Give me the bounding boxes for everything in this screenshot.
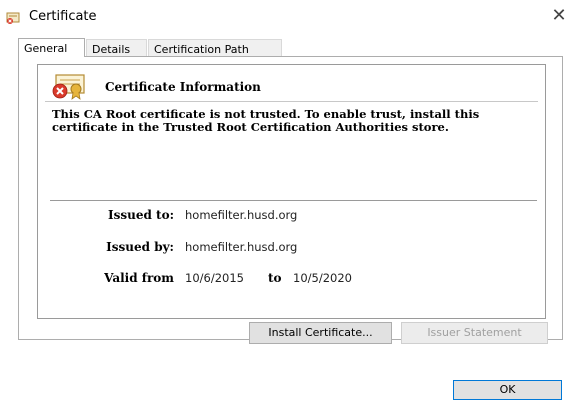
window-title: Certificate <box>29 9 97 24</box>
issued-to-value: homefilter.husd.org <box>185 208 298 222</box>
ok-button[interactable]: OK <box>453 380 562 400</box>
valid-to-label: to <box>268 271 282 285</box>
valid-from-label: Valid from <box>104 271 174 285</box>
tab-general[interactable]: General <box>18 38 85 57</box>
tab-certification-path[interactable]: Certification Path <box>148 39 282 56</box>
certificate-info-heading: Certificate Information <box>105 80 261 94</box>
details-divider <box>50 200 537 201</box>
install-certificate-button[interactable]: Install Certificate... <box>249 322 392 344</box>
tab-details[interactable]: Details <box>86 39 147 56</box>
header-divider <box>45 101 538 102</box>
close-icon[interactable]: ✕ <box>546 4 572 28</box>
issued-to-label: Issued to: <box>107 208 174 222</box>
issued-by-label: Issued by: <box>106 240 174 254</box>
certificate-icon <box>6 10 20 24</box>
valid-from-value: 10/6/2015 <box>185 271 244 285</box>
trust-warning-message: This CA Root certificate is not trusted.… <box>52 107 480 134</box>
valid-to-value: 10/5/2020 <box>293 271 352 285</box>
issued-by-value: homefilter.husd.org <box>185 240 298 254</box>
certificate-untrusted-icon <box>50 74 92 100</box>
issuer-statement-button: Issuer Statement <box>401 322 548 344</box>
